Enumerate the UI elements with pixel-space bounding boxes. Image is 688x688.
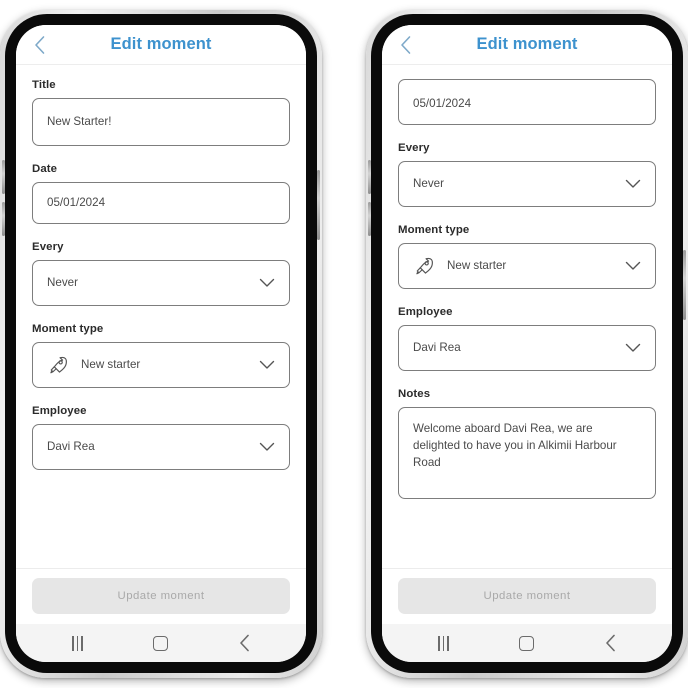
- field-group-date-partial: 05/01/2024: [398, 79, 656, 125]
- value-employee: Davi Rea: [47, 439, 95, 453]
- select-moment-type[interactable]: New starter: [398, 243, 656, 289]
- label-date: Date: [32, 163, 58, 175]
- page-title-right: Edit moment: [476, 35, 578, 53]
- volume-down-button-right[interactable]: [368, 202, 371, 236]
- input-date[interactable]: 05/01/2024: [398, 79, 656, 125]
- submit-area-right: Update moment: [382, 568, 672, 624]
- update-moment-button[interactable]: Update moment: [398, 578, 656, 614]
- field-group-employee: Employee Davi Rea: [398, 306, 656, 371]
- value-notes: Welcome aboard Davi Rea, we are delighte…: [413, 422, 617, 469]
- android-nav-bar-right: [382, 624, 672, 662]
- select-every[interactable]: Never: [398, 161, 656, 207]
- phone-screen-left: Edit moment Title New Starter! Date 05/0…: [16, 25, 306, 662]
- android-nav-bar-left: [16, 624, 306, 662]
- chevron-down-icon: [624, 257, 642, 275]
- chevron-down-icon: [258, 438, 276, 456]
- value-date: 05/01/2024: [413, 97, 472, 111]
- back-button-right[interactable]: [392, 32, 418, 58]
- label-every: Every: [32, 241, 64, 253]
- field-group-every: Every Never: [398, 142, 656, 207]
- back-button-left[interactable]: [26, 32, 52, 58]
- app-header-left: Edit moment: [16, 25, 306, 65]
- value-title: New Starter!: [47, 114, 112, 128]
- app-header-right: Edit moment: [382, 25, 672, 65]
- value-every: Never: [413, 176, 444, 190]
- value-moment-type: New starter: [81, 357, 141, 371]
- label-moment-type: Moment type: [398, 224, 470, 236]
- rocket-icon: [47, 354, 69, 376]
- chevron-down-icon: [624, 175, 642, 193]
- value-employee: Davi Rea: [413, 340, 461, 354]
- phone-mockup-right: Edit moment 05/01/2024 Every Never Momen…: [366, 10, 688, 678]
- field-group-employee: Employee Davi Rea: [32, 405, 290, 470]
- select-moment-type[interactable]: New starter: [32, 342, 290, 388]
- chevron-down-icon: [258, 274, 276, 292]
- two-phone-mockup: Edit moment Title New Starter! Date 05/0…: [0, 0, 688, 688]
- textarea-notes[interactable]: Welcome aboard Davi Rea, we are delighte…: [398, 407, 656, 499]
- chevron-down-icon: [258, 356, 276, 374]
- volume-down-button-left[interactable]: [2, 202, 5, 236]
- label-employee: Employee: [32, 405, 87, 417]
- value-date: 05/01/2024: [47, 195, 106, 209]
- power-button-right[interactable]: [683, 250, 686, 320]
- form-scroll-left[interactable]: Title New Starter! Date 05/01/2024 Every…: [16, 65, 306, 568]
- back-icon[interactable]: [224, 630, 264, 656]
- input-date[interactable]: 05/01/2024: [32, 182, 290, 224]
- select-employee[interactable]: Davi Rea: [398, 325, 656, 371]
- input-title[interactable]: New Starter!: [32, 98, 290, 146]
- value-every: Never: [47, 275, 78, 289]
- home-icon[interactable]: [141, 630, 181, 656]
- label-title: Title: [32, 79, 56, 91]
- field-group-date: Date 05/01/2024: [32, 163, 290, 224]
- field-group-moment-type: Moment type New starter: [398, 224, 656, 289]
- recents-icon[interactable]: [58, 630, 98, 656]
- select-employee[interactable]: Davi Rea: [32, 424, 290, 470]
- submit-area-left: Update moment: [16, 568, 306, 624]
- label-moment-type: Moment type: [32, 323, 104, 335]
- rocket-icon: [413, 255, 435, 277]
- chevron-down-icon: [624, 339, 642, 357]
- select-every[interactable]: Never: [32, 260, 290, 306]
- back-icon[interactable]: [590, 630, 630, 656]
- label-employee: Employee: [398, 306, 453, 318]
- phone-screen-right: Edit moment 05/01/2024 Every Never Momen…: [382, 25, 672, 662]
- form-scroll-right[interactable]: 05/01/2024 Every Never Moment type New s…: [382, 65, 672, 568]
- label-every: Every: [398, 142, 430, 154]
- power-button-left[interactable]: [317, 170, 320, 240]
- recents-icon[interactable]: [424, 630, 464, 656]
- volume-up-button-left[interactable]: [2, 160, 5, 194]
- page-title-left: Edit moment: [110, 35, 212, 53]
- phone-mockup-left: Edit moment Title New Starter! Date 05/0…: [0, 10, 322, 678]
- field-group-title: Title New Starter!: [32, 79, 290, 146]
- volume-up-button-right[interactable]: [368, 160, 371, 194]
- field-group-moment-type: Moment type New starter: [32, 323, 290, 388]
- field-group-notes: Notes Welcome aboard Davi Rea, we are de…: [398, 388, 656, 499]
- update-moment-button[interactable]: Update moment: [32, 578, 290, 614]
- label-notes: Notes: [398, 388, 431, 400]
- home-icon[interactable]: [507, 630, 547, 656]
- value-moment-type: New starter: [447, 258, 507, 272]
- field-group-every: Every Never: [32, 241, 290, 306]
